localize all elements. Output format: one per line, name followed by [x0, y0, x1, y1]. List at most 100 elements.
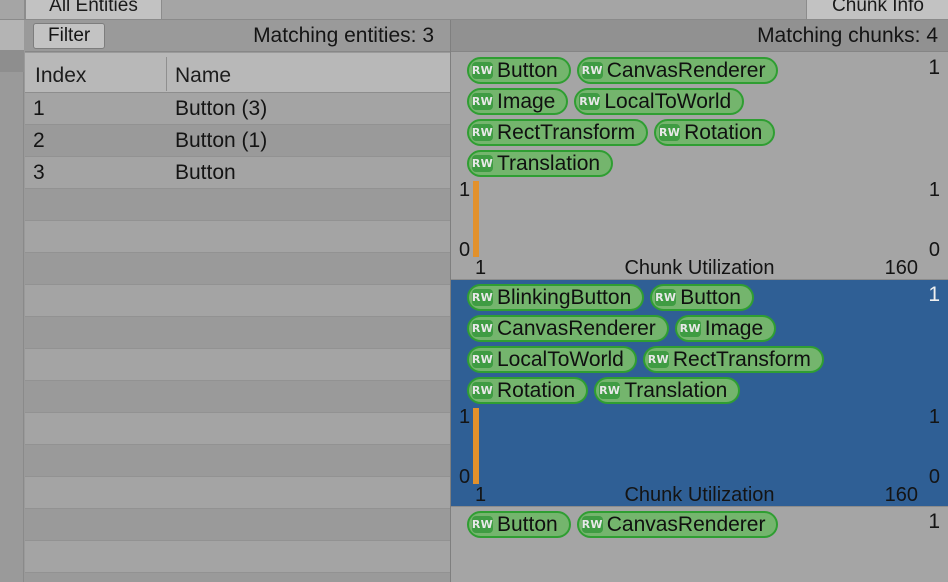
chunk-block[interactable]: 1RWBlinkingButtonRWButtonRWCanvasRendere…	[451, 279, 948, 506]
read-write-badge-icon: RW	[599, 382, 620, 399]
component-chip[interactable]: RWRectTransform	[643, 346, 824, 373]
component-chip[interactable]: RWImage	[467, 88, 568, 115]
component-chip-label: BlinkingButton	[497, 286, 631, 309]
cell-index: 3	[33, 160, 45, 186]
table-row-empty[interactable]	[25, 541, 450, 573]
gutter-block-upper	[0, 20, 24, 50]
component-chip[interactable]: RWRotation	[654, 119, 775, 146]
component-chip[interactable]: RWRotation	[467, 377, 588, 404]
component-chip[interactable]: RWCanvasRenderer	[577, 511, 779, 538]
y-axis-tick-right-max: 1	[929, 406, 940, 428]
component-chip-list: RWButtonRWCanvasRenderer	[451, 507, 891, 538]
tab-bar-left-gutter	[0, 0, 25, 20]
entity-table-body: 1Button (3)2Button (1)3Button	[25, 93, 450, 582]
component-chip-label: Translation	[624, 379, 727, 402]
read-write-badge-icon: RW	[472, 62, 493, 79]
read-write-badge-icon: RW	[472, 382, 493, 399]
cell-name: Button (1)	[175, 128, 267, 154]
component-chip-list: RWBlinkingButtonRWButtonRWCanvasRenderer…	[451, 280, 891, 404]
read-write-badge-icon: RW	[582, 516, 603, 533]
component-chip-label: LocalToWorld	[497, 348, 624, 371]
table-row-empty[interactable]	[25, 445, 450, 477]
read-write-badge-icon: RW	[472, 155, 493, 172]
read-write-badge-icon: RW	[659, 124, 680, 141]
component-chip-label: CanvasRenderer	[497, 317, 656, 340]
y-axis-tick-right-max: 1	[929, 179, 940, 201]
x-axis-tick-max: 160	[885, 484, 918, 506]
read-write-badge-icon: RW	[472, 320, 493, 337]
y-axis-tick-right-min: 0	[929, 466, 940, 488]
read-write-badge-icon: RW	[472, 351, 493, 368]
read-write-badge-icon: RW	[648, 351, 669, 368]
read-write-badge-icon: RW	[579, 93, 600, 110]
column-divider[interactable]	[166, 57, 167, 91]
column-header-name[interactable]: Name	[175, 64, 231, 88]
histogram-bar	[473, 408, 479, 484]
table-row-empty[interactable]	[25, 253, 450, 285]
read-write-badge-icon: RW	[582, 62, 603, 79]
component-chip[interactable]: RWLocalToWorld	[467, 346, 637, 373]
matching-entities-label: Matching entities: 3	[253, 22, 434, 50]
table-row-empty[interactable]	[25, 349, 450, 381]
component-chip-label: RectTransform	[673, 348, 811, 371]
component-chip-label: Rotation	[684, 121, 762, 144]
y-axis-tick-left-min: 0	[459, 466, 470, 488]
filter-button[interactable]: Filter	[33, 23, 105, 49]
tab-chunk-info[interactable]: Chunk Info	[806, 0, 948, 20]
entity-debugger-window: All Entities Chunk Info Filter Matching …	[0, 0, 948, 582]
component-chip[interactable]: RWTranslation	[467, 150, 613, 177]
component-chip-label: Rotation	[497, 379, 575, 402]
component-chip[interactable]: RWCanvasRenderer	[577, 57, 779, 84]
read-write-badge-icon: RW	[680, 320, 701, 337]
component-chip-label: Button	[680, 286, 741, 309]
chunk-count-label: 1	[928, 509, 940, 535]
x-axis-tick-min: 1	[475, 484, 486, 506]
table-row-empty[interactable]	[25, 221, 450, 253]
x-axis-title: Chunk Utilization	[624, 257, 774, 279]
component-chip[interactable]: RWButton	[467, 511, 571, 538]
entity-toolbar: Filter Matching entities: 3	[25, 20, 450, 52]
entity-table-header: Index Name	[25, 53, 450, 93]
x-axis-title: Chunk Utilization	[624, 484, 774, 506]
y-axis-tick-left-max: 1	[459, 406, 470, 428]
table-row-empty[interactable]	[25, 189, 450, 221]
chunk-utilization-chart: 10101Chunk Utilization160	[451, 406, 948, 506]
component-chip[interactable]: RWRectTransform	[467, 119, 648, 146]
chart-plot-area	[473, 181, 898, 257]
chunk-block[interactable]: 1RWButtonRWCanvasRenderer	[451, 506, 948, 538]
chunk-block[interactable]: 1RWButtonRWCanvasRendererRWImageRWLocalT…	[451, 53, 948, 279]
component-chip-label: CanvasRenderer	[607, 513, 766, 536]
read-write-badge-icon: RW	[472, 289, 493, 306]
component-chip[interactable]: RWButton	[467, 57, 571, 84]
chunk-block-list: 1RWButtonRWCanvasRendererRWImageRWLocalT…	[451, 53, 948, 582]
chunk-count-label: 1	[928, 55, 940, 81]
table-row-empty[interactable]	[25, 413, 450, 445]
entity-list-pane: Filter Matching entities: 3 Index Name 1…	[0, 20, 450, 582]
component-chip[interactable]: RWTranslation	[594, 377, 740, 404]
table-row-empty[interactable]	[25, 477, 450, 509]
x-axis-tick-max: 160	[885, 257, 918, 279]
table-row-empty[interactable]	[25, 317, 450, 349]
chunk-info-header: Matching chunks: 4	[451, 20, 948, 52]
table-row-empty[interactable]	[25, 509, 450, 541]
component-chip[interactable]: RWButton	[650, 284, 754, 311]
y-axis-tick-left-min: 0	[459, 239, 470, 261]
component-chip[interactable]: RWCanvasRenderer	[467, 315, 669, 342]
chunk-utilization-chart: 10101Chunk Utilization160	[451, 179, 948, 279]
table-row-empty[interactable]	[25, 285, 450, 317]
chart-plot-area	[473, 408, 898, 484]
column-header-index[interactable]: Index	[35, 64, 86, 88]
component-chip-label: RectTransform	[497, 121, 635, 144]
component-chip[interactable]: RWImage	[675, 315, 776, 342]
matching-chunks-label: Matching chunks: 4	[757, 22, 938, 50]
table-row[interactable]: 3Button	[25, 157, 450, 189]
gutter-block-lower	[0, 50, 24, 72]
component-chip-label: Image	[497, 90, 555, 113]
component-chip-label: CanvasRenderer	[607, 59, 766, 82]
component-chip[interactable]: RWLocalToWorld	[574, 88, 744, 115]
table-row-empty[interactable]	[25, 381, 450, 413]
component-chip[interactable]: RWBlinkingButton	[467, 284, 644, 311]
tab-all-entities[interactable]: All Entities	[25, 0, 162, 20]
table-row[interactable]: 1Button (3)	[25, 93, 450, 125]
table-row[interactable]: 2Button (1)	[25, 125, 450, 157]
